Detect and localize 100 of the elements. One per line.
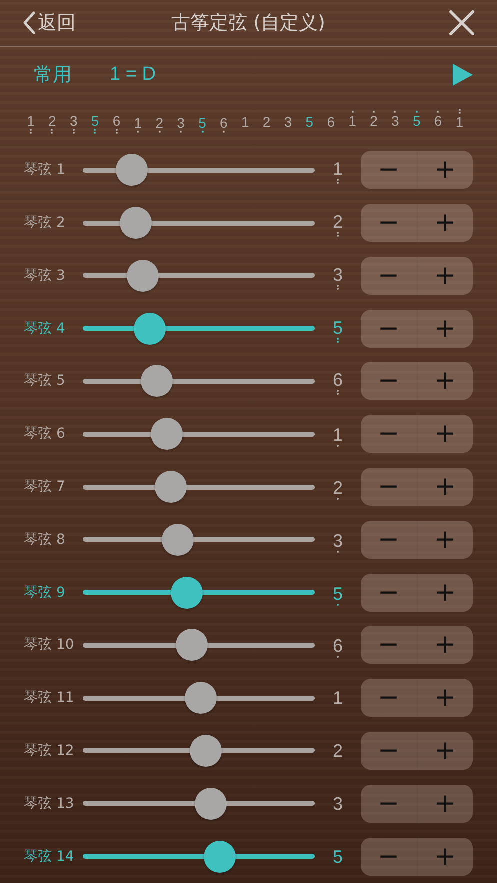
increment-button[interactable]: + [416,838,473,876]
slider-thumb[interactable] [185,682,218,714]
increment-button[interactable]: + [416,732,473,770]
slider-thumb[interactable] [171,576,204,609]
tuning-slider[interactable] [83,734,315,767]
note-label: 6 [112,114,121,128]
note-label: 2 [332,479,343,497]
tuning-slider[interactable] [83,471,315,503]
tuning-slider[interactable] [83,629,315,662]
note-label: 5 [332,318,343,337]
note-label: 1 [456,115,464,130]
slider-thumb[interactable] [127,260,160,292]
note-label: 3 [332,794,343,813]
decrement-button[interactable]: − [361,204,416,242]
note-label: 1 [332,689,343,708]
decrement-button[interactable]: − [361,151,416,190]
tuning-slider[interactable] [83,260,315,292]
note-label: 5 [412,114,421,128]
note-label: 6 [332,637,343,656]
string-label: 琴弦 14 [24,848,76,866]
increment-button[interactable]: + [416,468,473,506]
decrement-button[interactable]: − [361,415,416,454]
tuning-slider[interactable] [83,576,315,609]
note-label: 1 [348,114,356,128]
tuning-slider[interactable] [83,788,315,820]
decrement-button[interactable]: − [361,468,416,506]
increment-button[interactable]: + [416,415,473,454]
string-label: 琴弦 8 [24,530,66,549]
increment-button[interactable]: + [416,362,473,400]
decrement-button[interactable]: − [361,679,416,718]
string-label: 琴弦 2 [24,214,66,232]
note-label: 3 [284,114,292,129]
note-label: 2 [370,114,378,128]
note-label: 2 [332,742,343,760]
slider-thumb[interactable] [116,154,148,186]
increment-button[interactable]: + [416,784,473,823]
increment-button[interactable]: + [416,151,473,190]
preset-button[interactable]: 常用 [34,62,72,88]
note-label: 1 [332,426,343,444]
tuning-slider[interactable] [83,840,315,873]
note-label: 3 [70,114,78,128]
increment-button[interactable]: + [416,310,473,348]
increment-button[interactable]: + [416,256,473,295]
string-label: 琴弦 4 [24,320,66,338]
string-label: 琴弦 10 [24,636,76,654]
note-label: 3 [392,114,400,128]
note-label: 3 [332,532,343,550]
note-label: 1 [241,114,250,129]
slider-thumb[interactable] [150,418,183,450]
increment-button[interactable]: + [416,679,473,718]
slider-thumb[interactable] [120,207,152,240]
slider-thumb[interactable] [134,312,166,345]
close-button[interactable] [449,10,475,36]
decrement-button[interactable]: − [361,310,416,348]
note-label: 2 [48,114,56,128]
slider-thumb[interactable] [155,471,188,503]
decrement-button[interactable]: − [361,732,416,770]
note-label: 2 [332,213,343,232]
slider-thumb[interactable] [162,524,194,556]
decrement-button[interactable]: − [361,362,416,400]
tuning-slider[interactable] [83,365,315,398]
decrement-button[interactable]: − [361,784,416,823]
key-selector[interactable]: 1 = D [110,64,156,86]
note-label: 2 [156,116,164,130]
tuning-slider[interactable] [83,418,315,450]
increment-button[interactable]: + [416,574,473,612]
window-title: 古筝定弦 (自定义) [172,12,326,34]
tuning-slider[interactable] [83,682,315,714]
slider-thumb[interactable] [190,734,222,767]
decrement-button[interactable]: − [361,838,416,876]
decrement-button[interactable]: − [361,256,416,295]
increment-button[interactable]: + [416,204,473,242]
decrement-button[interactable]: − [361,626,416,664]
note-label: 1 [332,160,343,178]
tuning-slider[interactable] [83,524,315,556]
increment-button[interactable]: + [416,626,473,664]
string-label: 琴弦 12 [24,742,76,760]
note-label: 5 [91,114,100,128]
tuning-slider[interactable] [83,207,315,240]
note-label: 6 [332,371,343,390]
note-label: 6 [220,116,228,130]
slider-thumb[interactable] [141,365,174,398]
increment-button[interactable]: + [416,520,473,559]
back-button[interactable]: 返回 [22,10,76,36]
note-label: 2 [262,114,271,129]
note-label: 5 [332,584,343,603]
play-icon [453,64,473,86]
slider-thumb[interactable] [204,840,236,873]
string-label: 琴弦 6 [24,425,66,444]
string-label: 琴弦 9 [24,584,66,602]
string-label: 琴弦 13 [24,794,76,813]
note-label: 3 [177,116,185,130]
tuning-slider[interactable] [83,154,315,186]
decrement-button[interactable]: − [361,520,416,559]
play-button[interactable] [453,64,473,86]
tuning-slider[interactable] [83,312,315,345]
slider-thumb[interactable] [194,788,227,820]
decrement-button[interactable]: − [361,574,416,612]
slider-thumb[interactable] [176,629,208,662]
string-label: 琴弦 3 [24,266,66,285]
